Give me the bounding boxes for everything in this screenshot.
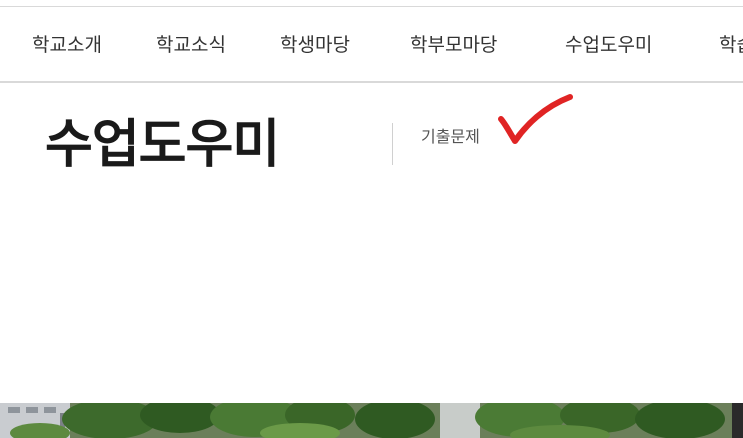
nav-item-learning[interactable]: 학습 [719,7,743,81]
nav-item-school-news[interactable]: 학교소식 [156,7,226,81]
checkmark-icon [498,94,573,144]
subpage-header: 수업도우미 기출문제 [0,83,743,403]
page-title: 수업도우미 [45,115,280,175]
school-photo [0,403,743,438]
submenu-link-past-exams[interactable]: 기출문제 [421,123,480,147]
nav-item-student-corner[interactable]: 학생마당 [280,7,350,81]
nav-item-school-intro[interactable]: 학교소개 [32,7,102,81]
page: 학교소개 학교소식 학생마당 학부모마당 수업도우미 학습 수업도우미 기출문제 [0,0,743,438]
nav-item-parent-corner[interactable]: 학부모마당 [410,7,497,81]
title-divider [392,123,393,165]
main-nav: 학교소개 학교소식 학생마당 학부모마당 수업도우미 학습 [0,7,743,83]
nav-item-class-helper[interactable]: 수업도우미 [565,7,652,81]
school-photo-banner [0,403,743,438]
